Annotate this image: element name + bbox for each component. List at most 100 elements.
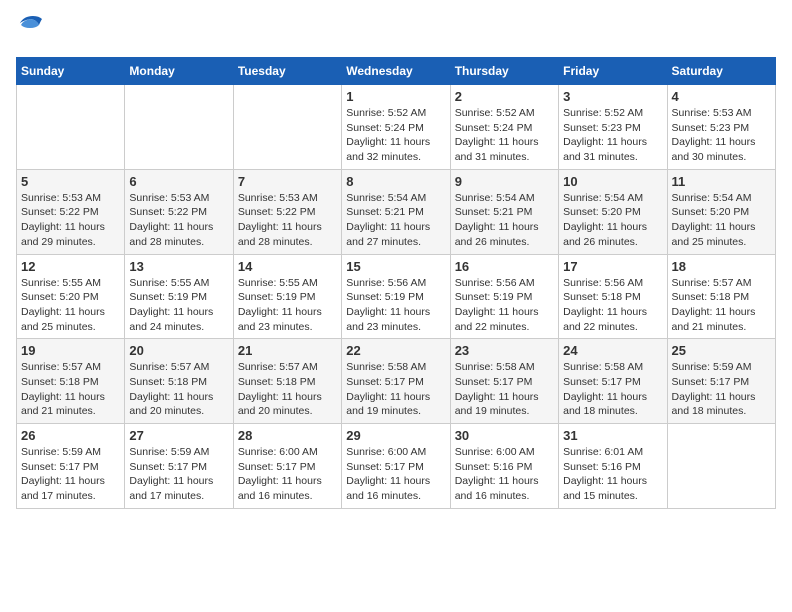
calendar-cell: 21 Sunrise: 5:57 AM Sunset: 5:18 PM Dayli… (233, 339, 341, 424)
day-number: 22 (346, 343, 445, 358)
day-number: 4 (672, 89, 771, 104)
day-number: 12 (21, 259, 120, 274)
calendar-week-3: 12 Sunrise: 5:55 AM Sunset: 5:20 PM Dayli… (17, 254, 776, 339)
day-number: 30 (455, 428, 554, 443)
calendar-cell: 27 Sunrise: 5:59 AM Sunset: 5:17 PM Dayli… (125, 424, 233, 509)
logo-icon (18, 16, 42, 40)
day-info: Sunrise: 5:58 AM Sunset: 5:17 PM Dayligh… (455, 360, 554, 419)
day-info: Sunrise: 5:59 AM Sunset: 5:17 PM Dayligh… (21, 445, 120, 504)
day-info: Sunrise: 5:57 AM Sunset: 5:18 PM Dayligh… (21, 360, 120, 419)
day-number: 26 (21, 428, 120, 443)
day-number: 6 (129, 174, 228, 189)
calendar-cell: 24 Sunrise: 5:58 AM Sunset: 5:17 PM Dayli… (559, 339, 667, 424)
day-info: Sunrise: 5:54 AM Sunset: 5:20 PM Dayligh… (563, 191, 662, 250)
day-number: 16 (455, 259, 554, 274)
page-header (16, 16, 776, 45)
day-info: Sunrise: 5:55 AM Sunset: 5:19 PM Dayligh… (129, 276, 228, 335)
day-info: Sunrise: 5:58 AM Sunset: 5:17 PM Dayligh… (563, 360, 662, 419)
weekday-header-tuesday: Tuesday (233, 58, 341, 85)
day-number: 9 (455, 174, 554, 189)
calendar-week-5: 26 Sunrise: 5:59 AM Sunset: 5:17 PM Dayli… (17, 424, 776, 509)
calendar-cell: 25Sunrise: 5:59 AM Sunset: 5:17 PM Dayli… (667, 339, 775, 424)
calendar-cell: 7 Sunrise: 5:53 AM Sunset: 5:22 PM Daylig… (233, 169, 341, 254)
day-info: Sunrise: 5:55 AM Sunset: 5:20 PM Dayligh… (21, 276, 120, 335)
day-info: Sunrise: 6:00 AM Sunset: 5:16 PM Dayligh… (455, 445, 554, 504)
calendar-cell: 26 Sunrise: 5:59 AM Sunset: 5:17 PM Dayli… (17, 424, 125, 509)
weekday-header-thursday: Thursday (450, 58, 558, 85)
day-info: Sunrise: 5:54 AM Sunset: 5:20 PM Dayligh… (672, 191, 771, 250)
calendar-cell: 4 Sunrise: 5:53 AM Sunset: 5:23 PM Daylig… (667, 85, 775, 170)
day-number: 31 (563, 428, 662, 443)
day-number: 19 (21, 343, 120, 358)
day-info: Sunrise: 5:57 AM Sunset: 5:18 PM Dayligh… (238, 360, 337, 419)
day-info: Sunrise: 5:52 AM Sunset: 5:24 PM Dayligh… (346, 106, 445, 165)
day-info: Sunrise: 5:57 AM Sunset: 5:18 PM Dayligh… (672, 276, 771, 335)
calendar-cell: 15Sunrise: 5:56 AM Sunset: 5:19 PM Dayli… (342, 254, 450, 339)
calendar-cell: 9 Sunrise: 5:54 AM Sunset: 5:21 PM Daylig… (450, 169, 558, 254)
calendar-cell: 20Sunrise: 5:57 AM Sunset: 5:18 PM Dayli… (125, 339, 233, 424)
calendar-cell: 28 Sunrise: 6:00 AM Sunset: 5:17 PM Dayli… (233, 424, 341, 509)
calendar-cell: 29Sunrise: 6:00 AM Sunset: 5:17 PM Dayli… (342, 424, 450, 509)
day-info: Sunrise: 5:58 AM Sunset: 5:17 PM Dayligh… (346, 360, 445, 419)
calendar-cell: 30 Sunrise: 6:00 AM Sunset: 5:16 PM Dayli… (450, 424, 558, 509)
day-number: 14 (238, 259, 337, 274)
calendar-cell: 16 Sunrise: 5:56 AM Sunset: 5:19 PM Dayli… (450, 254, 558, 339)
day-number: 18 (672, 259, 771, 274)
day-number: 28 (238, 428, 337, 443)
logo (16, 16, 42, 45)
day-number: 17 (563, 259, 662, 274)
calendar-cell (125, 85, 233, 170)
calendar-cell: 14Sunrise: 5:55 AM Sunset: 5:19 PM Dayli… (233, 254, 341, 339)
calendar-cell: 10 Sunrise: 5:54 AM Sunset: 5:20 PM Dayli… (559, 169, 667, 254)
day-number: 24 (563, 343, 662, 358)
calendar-cell: 11 Sunrise: 5:54 AM Sunset: 5:20 PM Dayli… (667, 169, 775, 254)
calendar-cell: 1 Sunrise: 5:52 AM Sunset: 5:24 PM Daylig… (342, 85, 450, 170)
calendar-cell: 5 Sunrise: 5:53 AM Sunset: 5:22 PM Daylig… (17, 169, 125, 254)
day-number: 25 (672, 343, 771, 358)
calendar-cell: 3Sunrise: 5:52 AM Sunset: 5:23 PM Daylig… (559, 85, 667, 170)
day-number: 2 (455, 89, 554, 104)
calendar-table: SundayMondayTuesdayWednesdayThursdayFrid… (16, 57, 776, 509)
day-info: Sunrise: 5:53 AM Sunset: 5:23 PM Dayligh… (672, 106, 771, 165)
weekday-header-friday: Friday (559, 58, 667, 85)
calendar-cell: 18 Sunrise: 5:57 AM Sunset: 5:18 PM Dayli… (667, 254, 775, 339)
day-info: Sunrise: 5:53 AM Sunset: 5:22 PM Dayligh… (21, 191, 120, 250)
weekday-header-wednesday: Wednesday (342, 58, 450, 85)
day-number: 3 (563, 89, 662, 104)
day-number: 23 (455, 343, 554, 358)
calendar-week-4: 19 Sunrise: 5:57 AM Sunset: 5:18 PM Dayli… (17, 339, 776, 424)
day-info: Sunrise: 5:54 AM Sunset: 5:21 PM Dayligh… (346, 191, 445, 250)
weekday-header-saturday: Saturday (667, 58, 775, 85)
day-info: Sunrise: 5:59 AM Sunset: 5:17 PM Dayligh… (129, 445, 228, 504)
day-info: Sunrise: 5:53 AM Sunset: 5:22 PM Dayligh… (238, 191, 337, 250)
calendar-cell: 6 Sunrise: 5:53 AM Sunset: 5:22 PM Daylig… (125, 169, 233, 254)
day-info: Sunrise: 5:52 AM Sunset: 5:24 PM Dayligh… (455, 106, 554, 165)
day-info: Sunrise: 5:53 AM Sunset: 5:22 PM Dayligh… (129, 191, 228, 250)
day-number: 10 (563, 174, 662, 189)
calendar-cell: 31Sunrise: 6:01 AM Sunset: 5:16 PM Dayli… (559, 424, 667, 509)
day-number: 21 (238, 343, 337, 358)
day-number: 29 (346, 428, 445, 443)
calendar-week-1: 1 Sunrise: 5:52 AM Sunset: 5:24 PM Daylig… (17, 85, 776, 170)
day-number: 13 (129, 259, 228, 274)
calendar-cell: 8Sunrise: 5:54 AM Sunset: 5:21 PM Daylig… (342, 169, 450, 254)
calendar-cell (667, 424, 775, 509)
weekday-header-monday: Monday (125, 58, 233, 85)
day-number: 27 (129, 428, 228, 443)
day-info: Sunrise: 5:56 AM Sunset: 5:19 PM Dayligh… (455, 276, 554, 335)
day-number: 7 (238, 174, 337, 189)
day-info: Sunrise: 5:57 AM Sunset: 5:18 PM Dayligh… (129, 360, 228, 419)
day-number: 11 (672, 174, 771, 189)
day-number: 5 (21, 174, 120, 189)
calendar-cell: 19 Sunrise: 5:57 AM Sunset: 5:18 PM Dayli… (17, 339, 125, 424)
day-number: 1 (346, 89, 445, 104)
day-info: Sunrise: 6:00 AM Sunset: 5:17 PM Dayligh… (238, 445, 337, 504)
calendar-cell: 2 Sunrise: 5:52 AM Sunset: 5:24 PM Daylig… (450, 85, 558, 170)
calendar-cell: 22 Sunrise: 5:58 AM Sunset: 5:17 PM Dayli… (342, 339, 450, 424)
day-info: Sunrise: 5:56 AM Sunset: 5:19 PM Dayligh… (346, 276, 445, 335)
calendar-cell: 13 Sunrise: 5:55 AM Sunset: 5:19 PM Dayli… (125, 254, 233, 339)
calendar-cell (233, 85, 341, 170)
weekday-header-sunday: Sunday (17, 58, 125, 85)
day-info: Sunrise: 5:54 AM Sunset: 5:21 PM Dayligh… (455, 191, 554, 250)
day-info: Sunrise: 5:56 AM Sunset: 5:18 PM Dayligh… (563, 276, 662, 335)
